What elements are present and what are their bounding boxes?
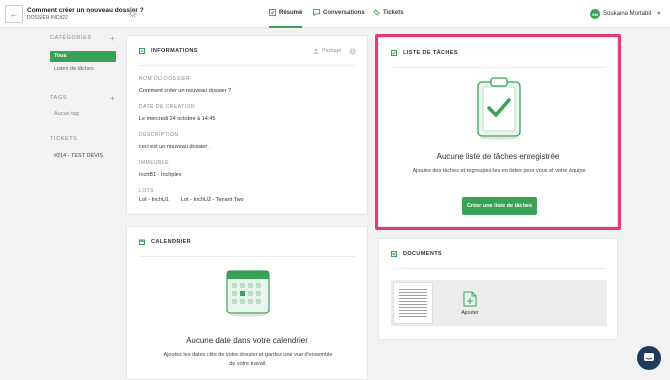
tab-resume[interactable]: Résumé [269, 9, 303, 28]
highlight-frame [375, 34, 621, 230]
tab-resume-label: Résumé [279, 9, 303, 16]
tab-tickets[interactable]: Tickets [373, 9, 404, 16]
sidebar-item-tous[interactable]: Tous [50, 51, 116, 62]
add-document-label: Ajouter [461, 309, 479, 316]
building-value: InchB1 - Inchplex [139, 172, 182, 178]
info-card-header: INFORMATIONS [139, 48, 198, 54]
tickets-heading: TICKETS [50, 136, 78, 142]
document-icon [391, 251, 397, 257]
arrow-left-icon: ← [9, 9, 19, 19]
ticket-icon [373, 9, 380, 16]
info-icon [139, 48, 145, 54]
divider [391, 268, 605, 269]
calendar-card-header: CALENDRIER [139, 239, 191, 245]
add-document-button[interactable]: Ajouter [449, 282, 491, 324]
documents-card-title: DOCUMENTS [403, 251, 443, 257]
tags-heading: TAGS [50, 95, 67, 101]
lot-item[interactable]: Lot - InchU1 [139, 197, 169, 203]
user-icon [313, 48, 319, 54]
share-status[interactable]: Partagé [313, 48, 341, 54]
categories-heading: CATÉGORIES [50, 35, 92, 41]
user-name: Soukaina Mortabit [603, 11, 652, 17]
document-thumbnail[interactable] [393, 282, 433, 324]
lots-label: LOTS [139, 188, 155, 194]
sidebar-item-ticket[interactable]: #214 - TEST DEVIS [50, 151, 116, 162]
sidebar-item-task-lists[interactable]: Listes de tâches [50, 64, 116, 75]
sidebar-item-no-tag: Aucun tag [54, 111, 79, 117]
add-category-icon[interactable]: + [110, 35, 115, 43]
folder-name-value: Comment créer un nouveau dossier ? [139, 88, 232, 94]
info-card-title: INFORMATIONS [151, 48, 198, 54]
share-label: Partagé [322, 48, 342, 54]
folder-id: DOSSIER INC#22 [27, 15, 68, 21]
gear-icon[interactable] [128, 9, 137, 18]
description-label: DESCRIPTION [139, 132, 179, 138]
creation-date-label: DATE DE CRÉATION [139, 104, 196, 110]
creation-date-value: Le mercredi 24 octobre à 14:45 [139, 116, 216, 122]
add-tag-icon[interactable]: + [110, 95, 115, 103]
summary-icon [269, 9, 276, 16]
documents-card-header: DOCUMENTS [391, 251, 442, 257]
chat-icon [644, 353, 654, 361]
chat-bubble-icon [313, 9, 320, 16]
divider [139, 256, 355, 257]
back-button[interactable]: ← [5, 5, 23, 23]
description-value: ceci est un nouveau dossier . [139, 144, 211, 150]
divider [139, 65, 355, 66]
top-bar: ← Comment créer un nouveau dossier ? DOS… [0, 0, 670, 28]
calendar-small-icon [139, 239, 145, 245]
calendar-empty-title: Aucune date dans votre calendrier [186, 336, 308, 345]
lot-item[interactable]: Lot - InchU2 - Tenant Two [181, 197, 244, 203]
info-card: INFORMATIONS Partagé NOM DU DOSSIER Comm… [126, 35, 368, 215]
tab-tickets-label: Tickets [383, 9, 404, 16]
tab-conversations[interactable]: Conversations [313, 9, 365, 16]
calendar-empty-text: Ajoutez les dates clés de votre dossier … [163, 352, 333, 367]
folder-title: Comment créer un nouveau dossier ? [27, 7, 144, 14]
document-preview [399, 287, 427, 319]
avatar: SM [590, 9, 600, 19]
gear-icon[interactable] [349, 48, 356, 55]
folder-name-label: NOM DU DOSSIER [139, 76, 191, 82]
calendar-card: CALENDRIER Aucune date dans votre calend… [126, 226, 368, 380]
lots-list: Lot - InchU1 Lot - InchU2 - Tenant Two [139, 197, 244, 203]
building-label: IMMEUBLE [139, 160, 170, 166]
sidebar: CATÉGORIES + Tous Listes de tâches TAGS … [46, 28, 124, 380]
documents-card: DOCUMENTS Ajouter [378, 238, 618, 340]
file-add-icon [463, 291, 477, 306]
chevron-down-icon: ▼ [656, 11, 662, 17]
user-menu[interactable]: SM Soukaina Mortabit ▼ [590, 9, 661, 19]
support-chat-button[interactable] [637, 346, 661, 370]
tab-conversations-label: Conversations [323, 9, 365, 16]
calendar-illustration-icon [226, 270, 270, 317]
calendar-card-title: CALENDRIER [151, 239, 192, 245]
